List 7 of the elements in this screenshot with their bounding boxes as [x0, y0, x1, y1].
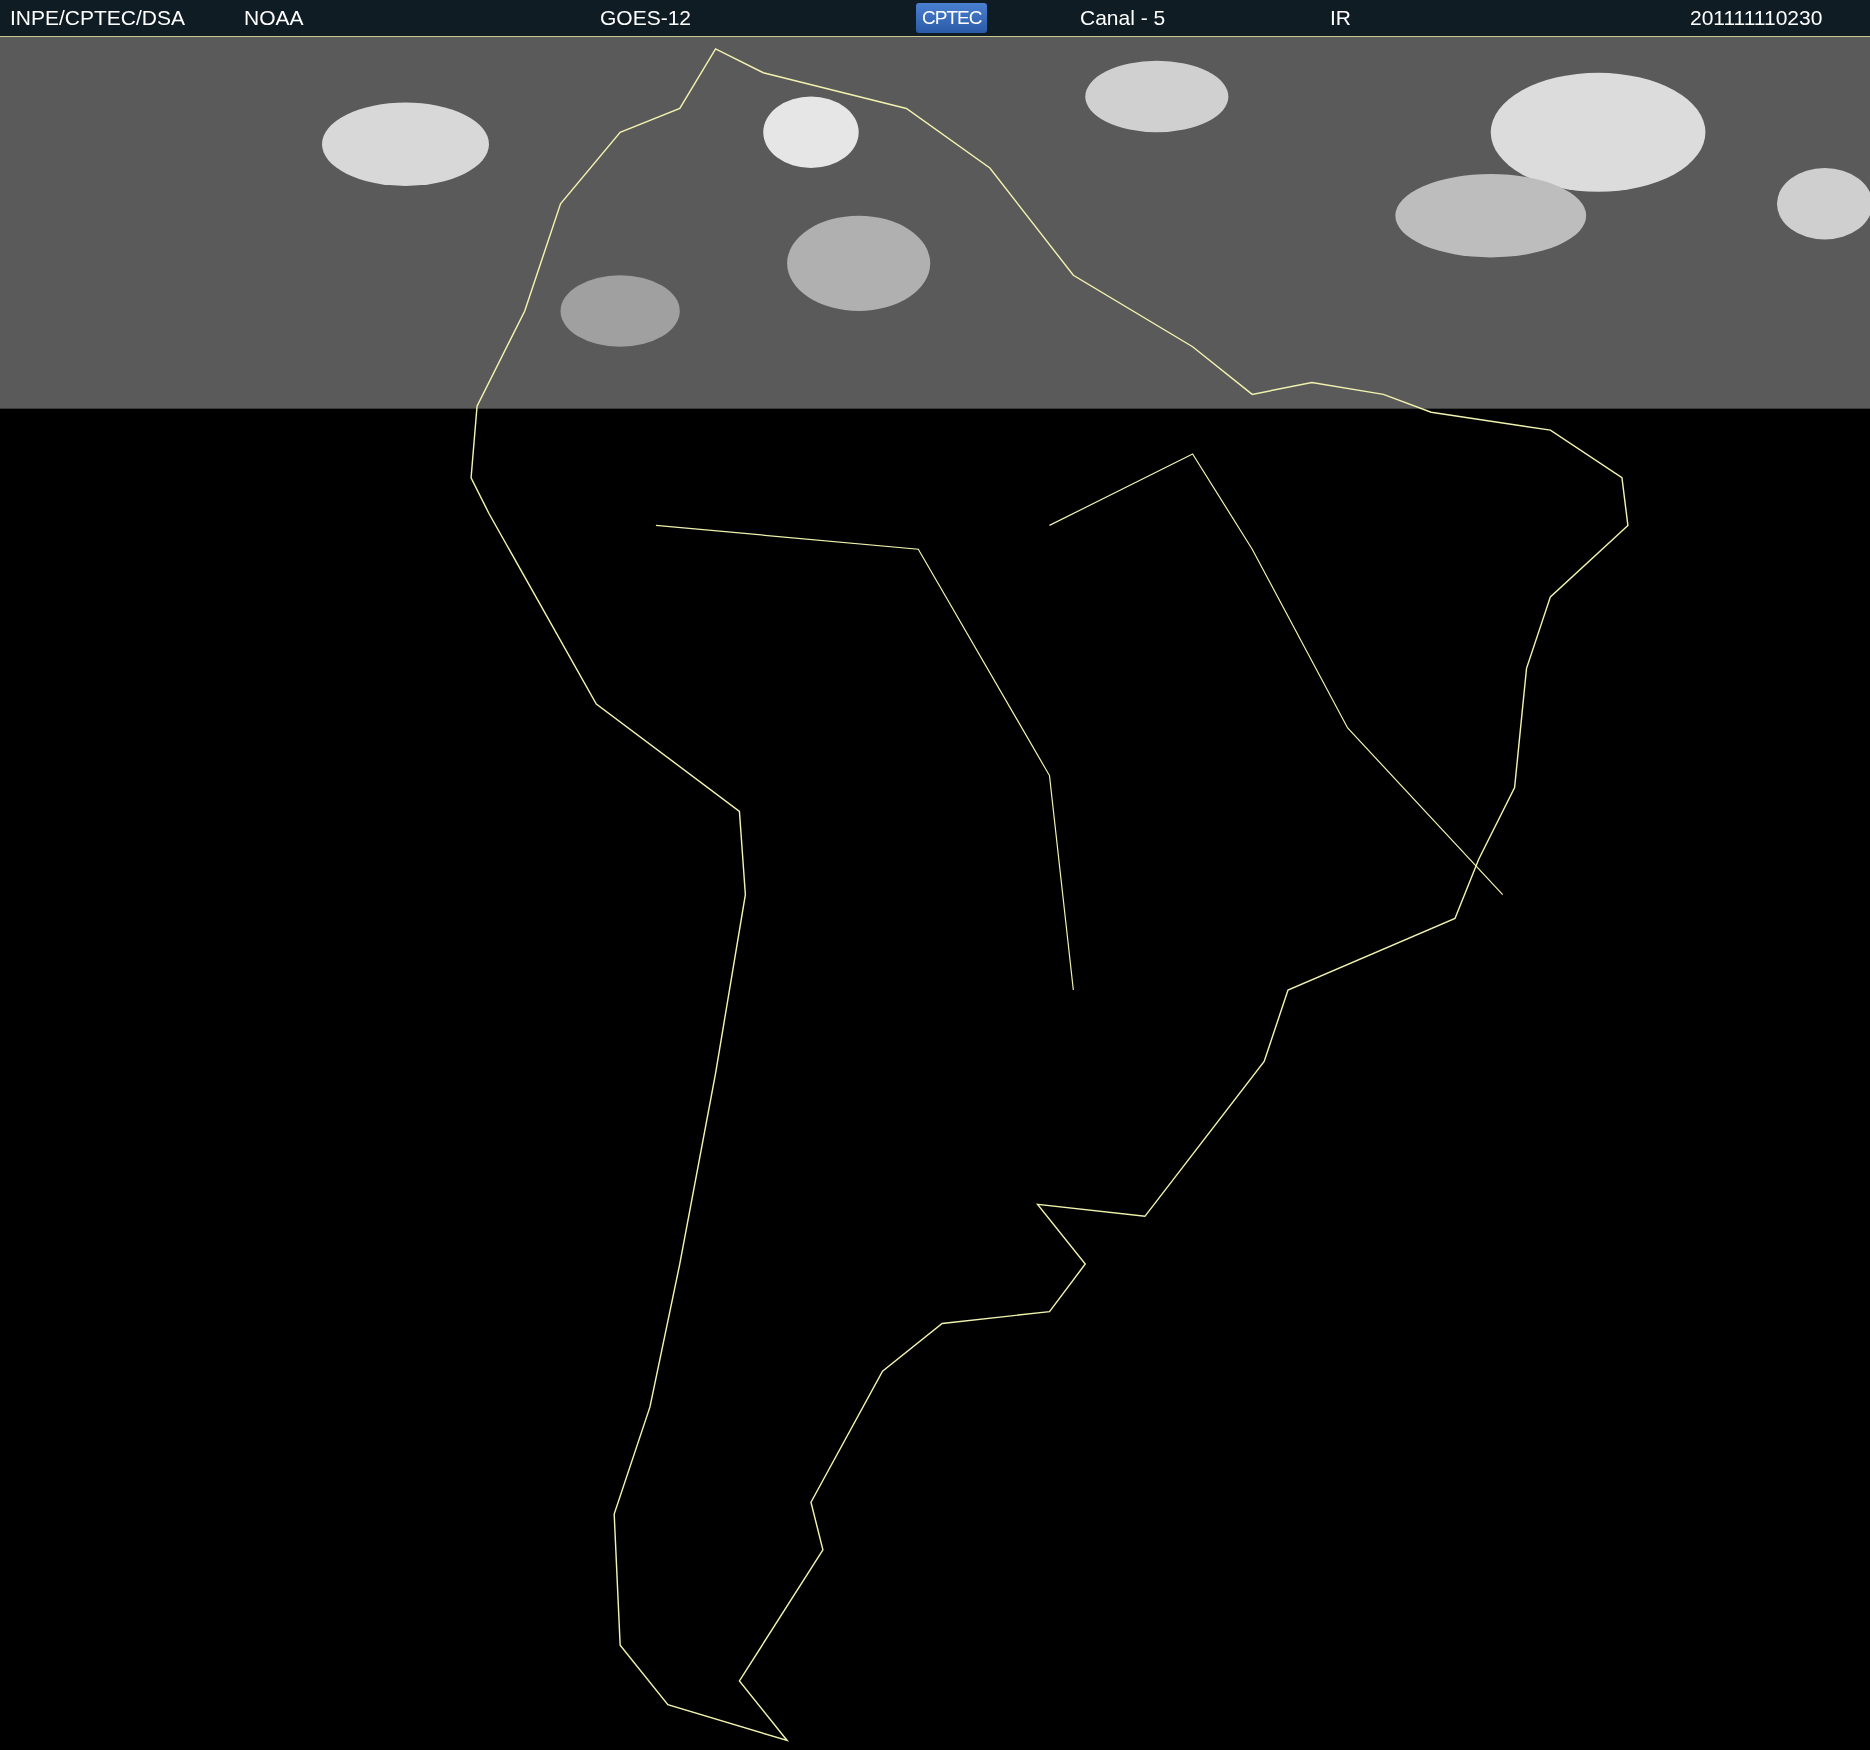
- logo: CPTEC: [916, 3, 988, 33]
- header-label: NOAA: [244, 6, 304, 30]
- header-label: GOES-12: [600, 6, 692, 30]
- header-label: Canal - 5: [1080, 6, 1166, 30]
- header-label: INPE/CPTEC/DSA: [10, 6, 186, 30]
- header-label: IR: [1330, 6, 1351, 30]
- header-label: 201111110230: [1690, 6, 1823, 30]
